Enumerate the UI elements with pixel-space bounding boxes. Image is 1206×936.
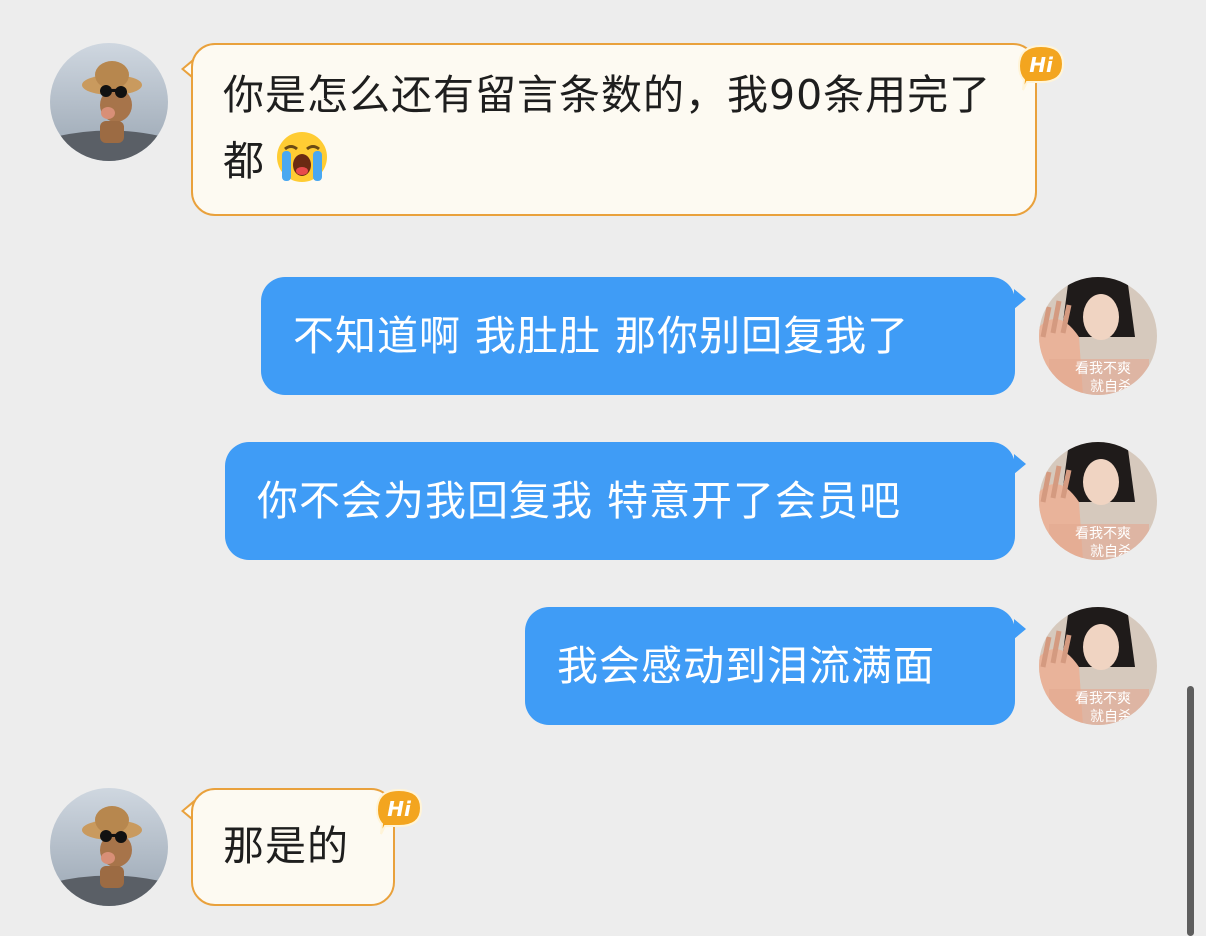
hi-badge-icon: Hi <box>1013 42 1067 92</box>
message-text: 你不会为我回复我 特意开了会员吧 <box>257 477 902 525</box>
hi-badge-label: Hi <box>387 797 412 821</box>
user-avatar[interactable]: 看我不爽 就自杀 <box>1039 277 1157 395</box>
avatar-caption: 看我不爽 <box>1075 691 1131 707</box>
contact-avatar[interactable] <box>50 788 168 906</box>
avatar-caption: 就自杀 <box>1090 379 1132 395</box>
hi-badge-label: Hi <box>1029 53 1054 77</box>
avatar-caption: 看我不爽 <box>1075 526 1131 542</box>
message-text: 你是怎么还有留言条数的，我90条用完了都 <box>223 71 992 185</box>
avatar-caption: 就自杀 <box>1090 544 1132 560</box>
user-avatar[interactable]: 看我不爽 就自杀 <box>1039 607 1157 725</box>
avatar-caption: 就自杀 <box>1090 709 1132 725</box>
bubble-tail <box>1014 619 1026 639</box>
incoming-message-bubble[interactable]: 你是怎么还有留言条数的，我90条用完了都 <box>191 43 1037 216</box>
vertical-scrollbar[interactable] <box>1187 686 1194 936</box>
outgoing-message-bubble[interactable]: 你不会为我回复我 特意开了会员吧 <box>225 442 1015 560</box>
user-avatar[interactable]: 看我不爽 就自杀 <box>1039 442 1157 560</box>
outgoing-message-bubble[interactable]: 我会感动到泪流满面 <box>525 607 1015 725</box>
chat-window: 你是怎么还有留言条数的，我90条用完了都 Hi 不知道啊 我肚肚 那你别回复我了 <box>0 0 1206 936</box>
bubble-tail <box>1014 289 1026 309</box>
incoming-message-bubble[interactable]: 那是的 <box>191 788 395 906</box>
loudly-crying-face-emoji <box>273 127 331 185</box>
contact-avatar[interactable] <box>50 43 168 161</box>
bubble-tail <box>1014 454 1026 474</box>
message-text: 不知道啊 我肚肚 那你别回复我了 <box>293 312 910 360</box>
avatar-caption: 看我不爽 <box>1075 361 1131 377</box>
hi-badge-icon: Hi <box>371 786 425 836</box>
message-text: 我会感动到泪流满面 <box>557 642 935 690</box>
outgoing-message-bubble[interactable]: 不知道啊 我肚肚 那你别回复我了 <box>261 277 1015 395</box>
message-text: 那是的 <box>223 822 349 870</box>
